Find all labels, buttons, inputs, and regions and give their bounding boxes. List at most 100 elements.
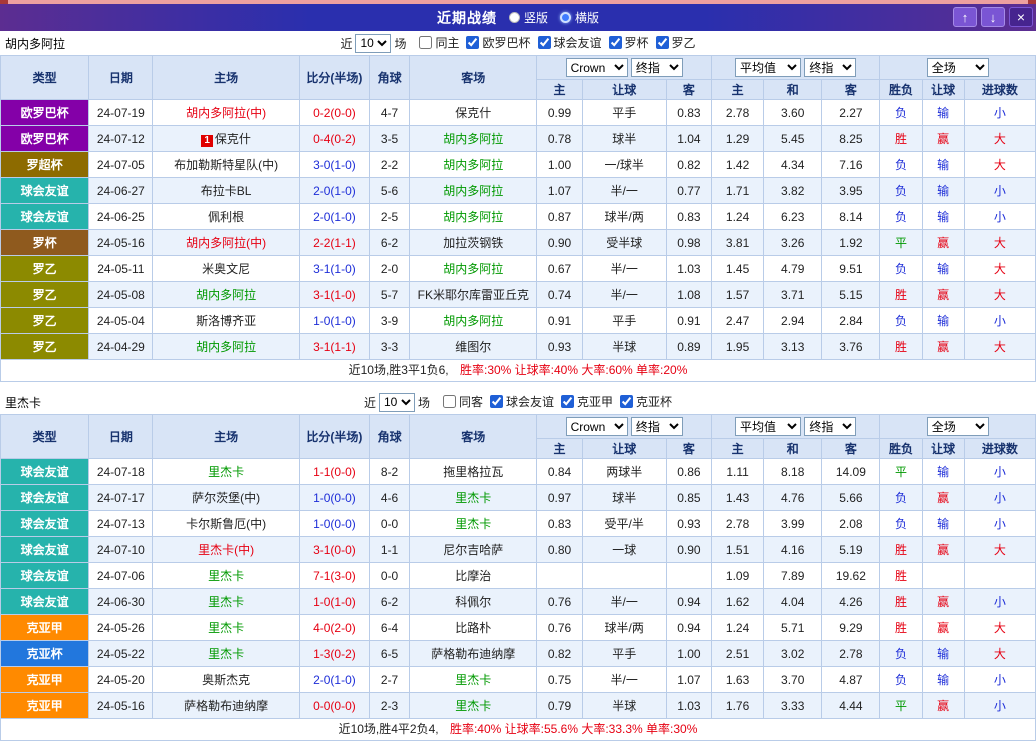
away-team[interactable]: 维图尔 [455, 340, 491, 354]
away-team[interactable]: 胡内多阿拉 [443, 262, 503, 276]
corner-cell: 2-0 [370, 256, 410, 282]
home-team[interactable]: 里杰卡 [208, 647, 244, 661]
away-team[interactable]: 胡内多阿拉 [443, 314, 503, 328]
away-team[interactable]: 里杰卡 [455, 699, 491, 713]
radio-horizontal-layout[interactable]: 横版 [560, 9, 599, 26]
home-team[interactable]: 保克什 [215, 132, 251, 146]
home-team[interactable]: 里杰卡 [208, 621, 244, 635]
odds-home: 0.90 [537, 230, 582, 256]
away-team[interactable]: 胡内多阿拉 [443, 158, 503, 172]
filter-checkbox[interactable] [609, 36, 622, 49]
average-select[interactable]: 平均值 [735, 417, 801, 436]
home-team[interactable]: 卡尔斯鲁厄(中) [186, 517, 266, 531]
full-match-select[interactable]: 全场 [927, 417, 989, 436]
final-odds-select[interactable]: 终指 [631, 58, 683, 77]
home-team[interactable]: 里杰卡 [208, 569, 244, 583]
games-count-select[interactable]: 10 [355, 34, 391, 53]
filter-checkbox[interactable] [490, 395, 503, 408]
filter-controls: 近 10 场 同主欧罗巴杯球会友谊罗杯罗乙 [337, 34, 698, 53]
games-suffix-label: 场 [418, 394, 430, 411]
away-team[interactable]: FK米耶尔库雷亚丘克 [418, 288, 529, 302]
date-cell: 24-06-25 [89, 204, 153, 230]
match-row: 球会友谊24-06-27布拉卡BL2-0(1-0)5-6胡内多阿拉1.07半/一… [1, 178, 1036, 204]
filter-option[interactable]: 克亚甲 [561, 393, 613, 410]
home-team[interactable]: 里杰卡(中) [198, 543, 254, 557]
odds-handicap: 受平/半 [582, 511, 666, 537]
result-handicap: 输 [922, 308, 964, 334]
home-team[interactable]: 萨格勒布迪纳摩 [184, 699, 268, 713]
home-team[interactable]: 胡内多阿拉 [196, 288, 256, 302]
avg-home: 1.71 [712, 178, 764, 204]
home-team[interactable]: 萨尔茨堡(中) [192, 491, 260, 505]
home-team[interactable]: 胡内多阿拉(中) [186, 236, 266, 250]
away-cell: 胡内多阿拉 [410, 152, 537, 178]
filter-checkbox[interactable] [561, 395, 574, 408]
filter-option[interactable]: 罗杯 [609, 34, 649, 51]
avg-draw: 3.70 [764, 667, 822, 693]
away-team[interactable]: 胡内多阿拉 [443, 210, 503, 224]
matches-table: 类型 日期 主场 比分(半场) 角球 客场 Crown 终指 平均值 终指 全场 [0, 55, 1036, 360]
games-count-select[interactable]: 10 [379, 393, 415, 412]
away-team[interactable]: 胡内多阿拉 [443, 132, 503, 146]
home-team[interactable]: 奥斯杰克 [202, 673, 250, 687]
away-team[interactable]: 比路朴 [455, 621, 491, 635]
away-team[interactable]: 里杰卡 [455, 673, 491, 687]
match-row: 罗乙24-04-29胡内多阿拉3-1(1-1)3-3维图尔0.93半球0.891… [1, 334, 1036, 360]
away-team[interactable]: 保克什 [455, 106, 491, 120]
filter-option[interactable]: 同主 [419, 34, 459, 51]
match-row: 克亚甲24-05-26里杰卡4-0(2-0)6-4比路朴0.76球半/两0.94… [1, 615, 1036, 641]
result-wdl: 胜 [880, 537, 922, 563]
scroll-up-button[interactable]: ↑ [953, 7, 977, 27]
filter-checkbox[interactable] [656, 36, 669, 49]
home-team[interactable]: 斯洛博齐亚 [196, 314, 256, 328]
full-match-select[interactable]: 全场 [927, 58, 989, 77]
filter-checkbox[interactable] [466, 36, 479, 49]
away-team[interactable]: 尼尔吉哈萨 [443, 543, 503, 557]
away-team[interactable]: 里杰卡 [455, 491, 491, 505]
result-wdl: 负 [880, 100, 922, 126]
away-team[interactable]: 萨格勒布迪纳摩 [431, 647, 515, 661]
final-odds-select[interactable]: 终指 [631, 417, 683, 436]
filter-option[interactable]: 罗乙 [656, 34, 696, 51]
home-team[interactable]: 布加勒斯特星队(中) [174, 158, 278, 172]
filter-option[interactable]: 球会友谊 [490, 393, 554, 410]
scroll-down-button[interactable]: ↓ [981, 7, 1005, 27]
col-score: 比分(半场) [299, 56, 369, 100]
home-team[interactable]: 胡内多阿拉 [196, 340, 256, 354]
home-team[interactable]: 布拉卡BL [201, 184, 252, 198]
average-select[interactable]: 平均值 [735, 58, 801, 77]
away-team[interactable]: 拖里格拉瓦 [443, 465, 503, 479]
filter-checkbox[interactable] [538, 36, 551, 49]
match-row: 罗杯24-05-16胡内多阿拉(中)2-2(1-1)6-2加拉茨钢铁0.90受半… [1, 230, 1036, 256]
date-cell: 24-07-17 [89, 485, 153, 511]
odds-home: 1.07 [537, 178, 582, 204]
away-team[interactable]: 比摩治 [455, 569, 491, 583]
final-odds-select[interactable]: 终指 [804, 58, 856, 77]
filter-checkbox[interactable] [443, 395, 456, 408]
radio-vertical-layout[interactable]: 竖版 [509, 9, 548, 26]
home-team[interactable]: 米奥文尼 [202, 262, 250, 276]
result-wdl: 负 [880, 204, 922, 230]
score-cell: 7-1(3-0) [299, 563, 369, 589]
home-team[interactable]: 里杰卡 [208, 595, 244, 609]
odds-home: 0.83 [537, 511, 582, 537]
home-team[interactable]: 胡内多阿拉(中) [186, 106, 266, 120]
close-button[interactable]: × [1009, 7, 1033, 27]
filter-option[interactable]: 球会友谊 [538, 34, 602, 51]
filter-option[interactable]: 同客 [443, 393, 483, 410]
home-team[interactable]: 佩利根 [208, 210, 244, 224]
final-odds-select[interactable]: 终指 [804, 417, 856, 436]
bookmaker-select[interactable]: Crown [566, 58, 628, 77]
away-team[interactable]: 胡内多阿拉 [443, 184, 503, 198]
filter-option[interactable]: 欧罗巴杯 [466, 34, 530, 51]
filter-checkbox[interactable] [419, 36, 432, 49]
bookmaker-select[interactable]: Crown [566, 417, 628, 436]
avg-away: 2.84 [822, 308, 880, 334]
home-cell: 胡内多阿拉 [153, 334, 299, 360]
filter-checkbox[interactable] [620, 395, 633, 408]
home-team[interactable]: 里杰卡 [208, 465, 244, 479]
away-team[interactable]: 里杰卡 [455, 517, 491, 531]
filter-option[interactable]: 克亚杯 [620, 393, 672, 410]
away-team[interactable]: 加拉茨钢铁 [443, 236, 503, 250]
away-team[interactable]: 科佩尔 [455, 595, 491, 609]
